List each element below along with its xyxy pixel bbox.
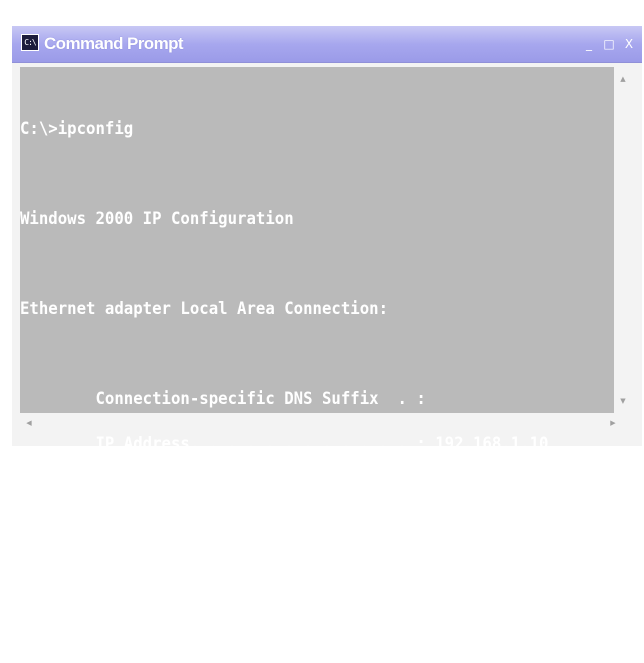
maximize-button[interactable]: □ — [600, 35, 618, 53]
command-prompt-icon: C:\ — [21, 34, 39, 51]
text-cursor — [58, 627, 69, 630]
minimize-button[interactable]: _ — [580, 35, 598, 53]
vertical-scrollbar[interactable]: ▲ ▼ — [614, 67, 632, 413]
prompt-line: C:\> — [20, 614, 558, 633]
scroll-left-arrow-icon[interactable]: ◀ — [22, 419, 36, 427]
console-line: Connection-specific DNS Suffix . : — [20, 389, 426, 408]
close-button[interactable]: X — [620, 35, 638, 53]
console-line: Ethernet adapter Local Area Connection: — [20, 299, 389, 318]
console-text: C:\>ipconfig Windows 2000 IP Configurati… — [20, 91, 558, 661]
window-controls: _ □ X — [578, 35, 638, 53]
console-output-area[interactable]: C:\>ipconfig Windows 2000 IP Configurati… — [20, 67, 614, 632]
console-line: Default Gateway . . . . . . . . . : 192.… — [20, 524, 540, 543]
horizontal-scrollbar[interactable]: ◀ ▶ — [20, 413, 632, 435]
console-line: Subnet Mask . . . . . . . . . . . : 255.… — [20, 479, 558, 498]
console-line: Windows 2000 IP Configuration — [20, 209, 294, 228]
console-line: IP Address. . . . . . . . . . . . : 192.… — [20, 434, 549, 453]
title-bar[interactable]: C:\ Command Prompt _ □ X — [12, 26, 642, 63]
prompt-text: C:\> — [20, 614, 58, 633]
console-line: C:\>ipconfig — [20, 119, 134, 138]
command-prompt-window: C:\ Command Prompt _ □ X C:\>ipconfig Wi… — [12, 26, 642, 632]
scroll-right-arrow-icon[interactable]: ▶ — [606, 419, 620, 427]
scroll-up-arrow-icon[interactable]: ▲ — [614, 75, 632, 83]
window-title: Command Prompt — [44, 34, 184, 53]
scroll-down-arrow-icon[interactable]: ▼ — [614, 397, 632, 405]
